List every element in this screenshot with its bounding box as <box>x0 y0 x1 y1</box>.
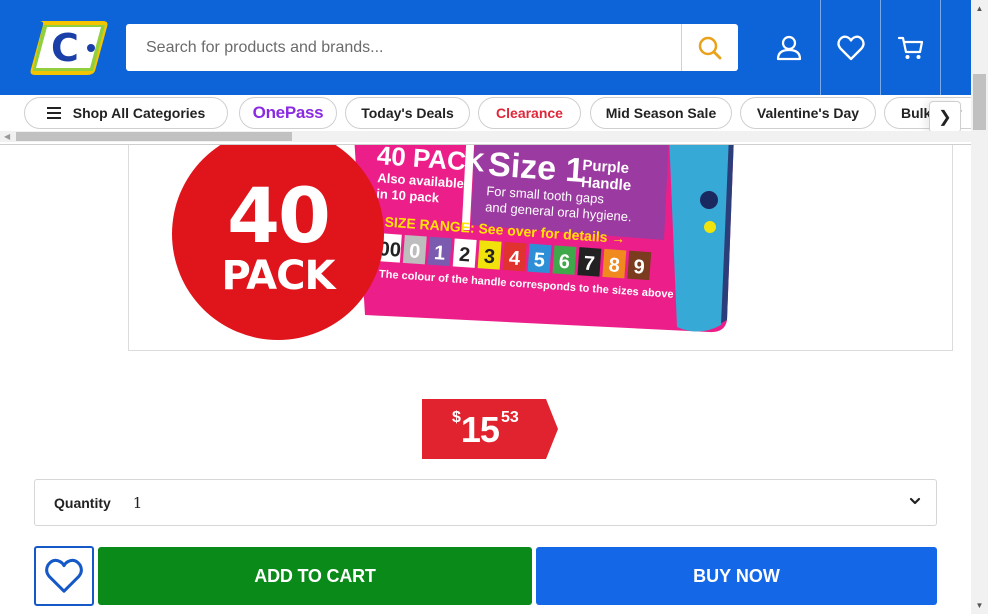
search-bar <box>126 24 738 71</box>
site-header: C <box>0 0 971 95</box>
heart-icon <box>836 35 865 60</box>
menu-icon <box>46 107 61 119</box>
kmart-catch-logo[interactable]: C <box>29 17 109 77</box>
svg-text:3: 3 <box>483 246 496 269</box>
page-vertical-scrollbar[interactable]: ▲ ▼ <box>971 0 988 614</box>
search-icon <box>698 36 722 59</box>
svg-text:0: 0 <box>408 240 421 263</box>
scrollbar-thumb[interactable] <box>16 132 292 141</box>
clearance-link[interactable]: Clearance <box>478 97 581 129</box>
quantity-value: 1 <box>132 493 143 512</box>
chevron-right-icon: ❯ <box>938 109 952 126</box>
scroll-up-arrow-icon[interactable]: ▲ <box>971 0 988 17</box>
svg-text:PACK: PACK <box>222 253 338 299</box>
category-next-button[interactable]: ❯ <box>929 101 961 133</box>
svg-text:9: 9 <box>633 256 646 279</box>
svg-text:5: 5 <box>533 249 546 272</box>
svg-text:Size 1: Size 1 <box>487 145 586 190</box>
price-currency: $ <box>452 409 461 426</box>
svg-text:6: 6 <box>558 251 571 274</box>
quantity-label: Quantity <box>54 494 111 511</box>
svg-text:7: 7 <box>583 253 596 276</box>
product-image: 40 PACK Also available in 10 pack Size 1… <box>128 145 953 351</box>
onepass-link[interactable]: OnePass <box>239 97 337 129</box>
user-icon <box>776 35 802 60</box>
search-input[interactable] <box>126 24 681 71</box>
svg-text:1: 1 <box>433 242 446 265</box>
wishlist-button[interactable] <box>821 0 880 95</box>
svg-text:40: 40 <box>227 171 329 260</box>
category-label: Shop All Categories <box>72 105 206 121</box>
scroll-left-arrow-icon[interactable]: ◀ <box>4 131 10 142</box>
40-pack-badge: 40 PACK <box>172 145 384 340</box>
box-side-icon <box>700 191 718 209</box>
shop-all-categories-button[interactable]: Shop All Categories <box>24 97 228 129</box>
buy-now-button[interactable]: BUY NOW <box>536 547 937 605</box>
quantity-select[interactable]: Quantity 1 <box>34 479 937 526</box>
scroll-down-arrow-icon[interactable]: ▼ <box>971 597 988 614</box>
category-label: Clearance <box>496 105 563 121</box>
heart-icon <box>45 558 83 593</box>
category-label: Valentine's Day <box>756 105 860 121</box>
category-nav: Shop All Categories OnePass Today's Deal… <box>0 95 971 145</box>
price-dollars: 15 <box>460 409 500 450</box>
search-button[interactable] <box>681 24 738 71</box>
account-button[interactable] <box>758 0 820 95</box>
logo-letter: C <box>51 26 79 70</box>
category-label: Today's Deals <box>361 105 454 121</box>
valentines-day-link[interactable]: Valentine's Day <box>740 97 876 129</box>
add-to-wishlist-button[interactable] <box>34 546 94 606</box>
category-horizontal-scrollbar[interactable]: ◀ <box>0 131 971 142</box>
mid-season-sale-link[interactable]: Mid Season Sale <box>590 97 732 129</box>
cart-button[interactable] <box>881 0 940 95</box>
add-to-cart-button[interactable]: ADD TO CART <box>98 547 532 605</box>
todays-deals-link[interactable]: Today's Deals <box>345 97 470 129</box>
svg-text:8: 8 <box>608 254 621 277</box>
price-cents: 53 <box>500 409 519 426</box>
cart-icon <box>897 36 923 59</box>
product-price: $ 15 53 <box>422 399 519 459</box>
header-divider <box>940 0 941 95</box>
scrollbar-thumb[interactable] <box>973 74 986 130</box>
chevron-down-icon <box>909 497 921 505</box>
category-label: Mid Season Sale <box>605 105 717 121</box>
onepass-logo-text: OnePass <box>252 103 324 122</box>
svg-text:2: 2 <box>458 244 471 267</box>
box-side-icon <box>704 221 716 233</box>
